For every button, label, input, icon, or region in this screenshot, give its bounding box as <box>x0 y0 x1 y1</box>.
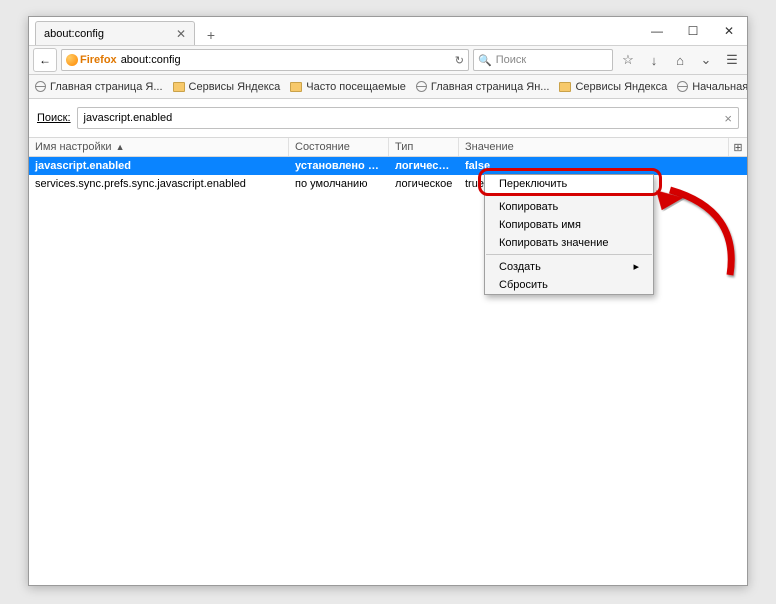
tabstrip: about:config ✕ + <box>29 21 639 45</box>
pref-row-selected[interactable]: javascript.enabled установлено по... лог… <box>29 157 747 175</box>
firefox-icon <box>66 54 78 66</box>
url-text: about:config <box>121 54 181 66</box>
globe-icon <box>35 81 46 92</box>
identity-box: Firefox <box>66 54 117 66</box>
close-button[interactable]: ✕ <box>711 17 747 45</box>
ctx-copy-value[interactable]: Копировать значение <box>485 234 653 252</box>
browser-tab[interactable]: about:config ✕ <box>35 21 195 45</box>
home-icon[interactable]: ⌂ <box>669 49 691 71</box>
col-status[interactable]: Состояние <box>289 138 389 156</box>
cell-value: false <box>459 160 747 172</box>
search-placeholder: Поиск <box>496 54 526 66</box>
cell-type: логическое <box>389 178 459 190</box>
ctx-copy[interactable]: Копировать <box>485 198 653 216</box>
context-menu: Переключить Копировать Копировать имя Ко… <box>484 174 654 295</box>
maximize-button[interactable]: ☐ <box>675 17 711 45</box>
menu-icon[interactable]: ☰ <box>721 49 743 71</box>
window-controls: — ☐ ✕ <box>639 17 747 45</box>
bookmark-item[interactable]: Часто посещаемые <box>290 81 406 93</box>
col-type[interactable]: Тип <box>389 138 459 156</box>
cell-status: установлено по... <box>289 160 389 172</box>
filter-value: javascript.enabled <box>84 112 173 124</box>
col-value[interactable]: Значение <box>459 138 729 156</box>
bookmark-item[interactable]: Сервисы Яндекса <box>173 81 281 93</box>
submenu-arrow-icon: ▸ <box>633 260 639 273</box>
minimize-button[interactable]: — <box>639 17 675 45</box>
downloads-icon[interactable]: ↓ <box>643 49 665 71</box>
url-bar[interactable]: Firefox about:config ↻ <box>61 49 469 71</box>
col-picker-icon[interactable]: ⊞ <box>729 138 747 156</box>
column-header: Имя настройки▲ Состояние Тип Значение ⊞ <box>29 137 747 157</box>
bookmark-item[interactable]: Главная страница Ян... <box>416 81 550 93</box>
pocket-icon[interactable]: ⌄ <box>695 49 717 71</box>
ctx-copy-name[interactable]: Копировать имя <box>485 216 653 234</box>
bookmark-item[interactable]: Начальная страница <box>677 81 747 93</box>
back-button[interactable]: ← <box>33 48 57 72</box>
globe-icon <box>677 81 688 92</box>
folder-icon <box>559 82 571 92</box>
tab-close-icon[interactable]: ✕ <box>176 27 186 41</box>
tab-title: about:config <box>44 28 104 40</box>
reload-icon[interactable]: ↻ <box>455 54 464 67</box>
search-icon: 🔍 <box>478 54 492 67</box>
globe-icon <box>416 81 427 92</box>
folder-icon <box>290 82 302 92</box>
browser-window: about:config ✕ + — ☐ ✕ ← Firefox about:c… <box>28 16 748 586</box>
folder-icon <box>173 82 185 92</box>
filter-label: Поиск: <box>37 112 71 124</box>
ctx-create[interactable]: Создать▸ <box>485 257 653 276</box>
ctx-toggle[interactable]: Переключить <box>485 175 653 193</box>
filter-input[interactable]: javascript.enabled × <box>77 107 739 129</box>
clear-filter-icon[interactable]: × <box>724 111 732 126</box>
new-tab-button[interactable]: + <box>199 25 223 45</box>
config-filter-bar: Поиск: javascript.enabled × <box>29 99 747 137</box>
separator <box>486 254 652 255</box>
bookmark-star-icon[interactable]: ☆ <box>617 49 639 71</box>
cell-name: javascript.enabled <box>29 160 289 172</box>
sort-asc-icon: ▲ <box>116 142 125 152</box>
col-name[interactable]: Имя настройки▲ <box>29 138 289 156</box>
cell-status: по умолчанию <box>289 178 389 190</box>
navigation-bar: ← Firefox about:config ↻ 🔍 Поиск ☆ ↓ ⌂ ⌄… <box>29 45 747 75</box>
separator <box>486 195 652 196</box>
cell-name: services.sync.prefs.sync.javascript.enab… <box>29 178 289 190</box>
titlebar: about:config ✕ + — ☐ ✕ <box>29 17 747 45</box>
bookmark-item[interactable]: Главная страница Я... <box>35 81 163 93</box>
bookmarks-bar: Главная страница Я... Сервисы Яндекса Ча… <box>29 75 747 99</box>
search-bar[interactable]: 🔍 Поиск <box>473 49 613 71</box>
cell-type: логическ... <box>389 160 459 172</box>
bookmark-item[interactable]: Сервисы Яндекса <box>559 81 667 93</box>
ctx-reset[interactable]: Сбросить <box>485 276 653 294</box>
